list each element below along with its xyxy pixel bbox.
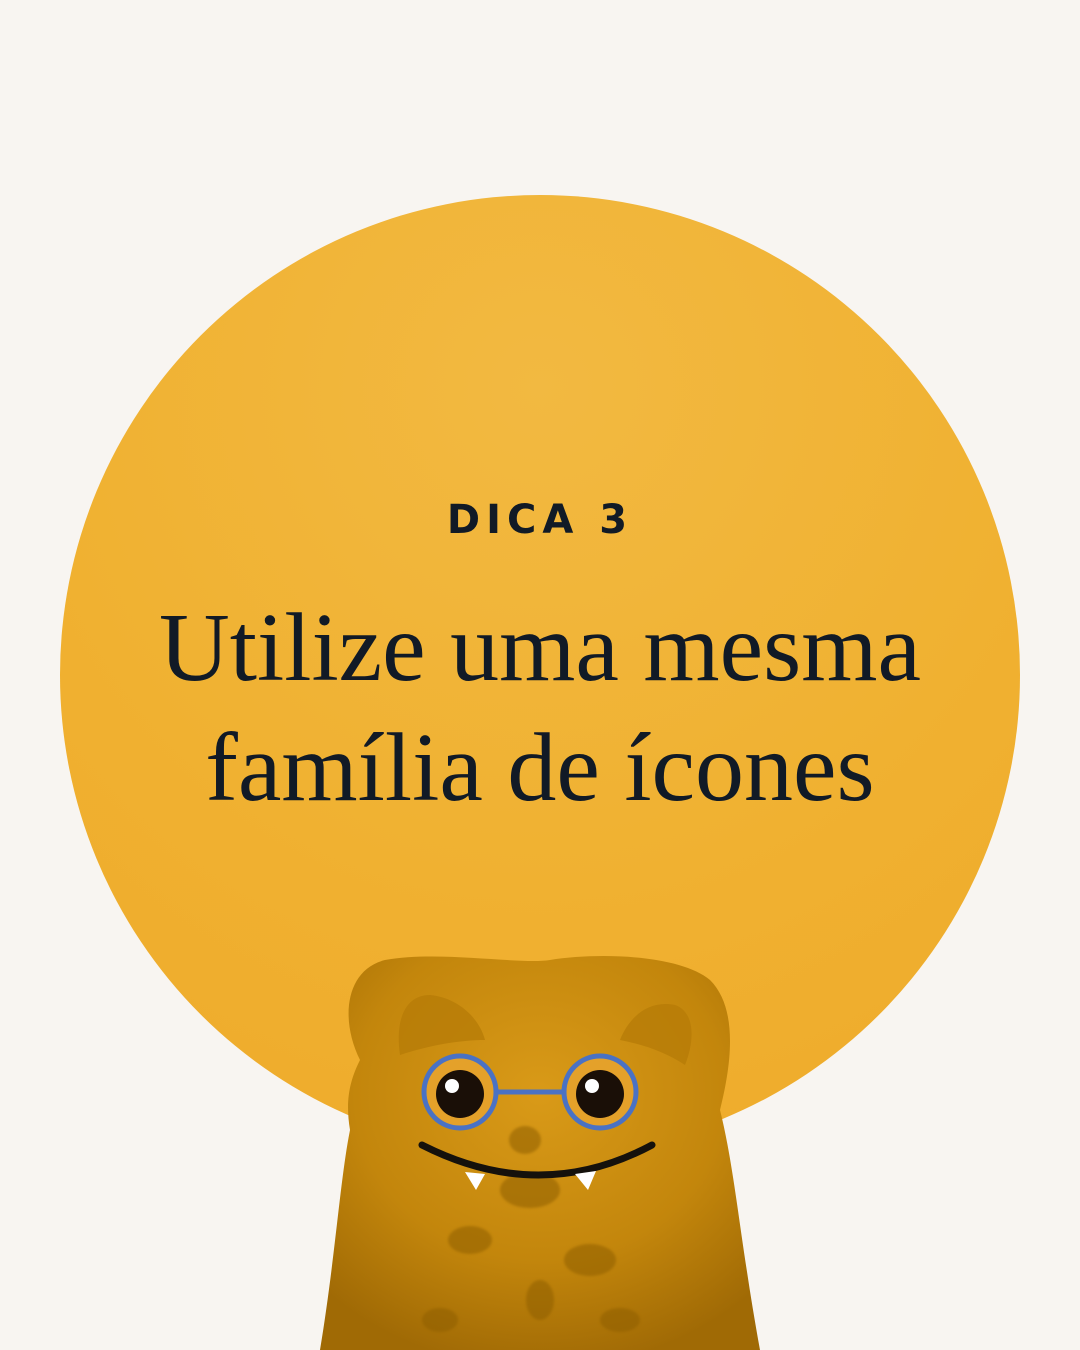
headline-line-2: família de ícones <box>205 714 875 822</box>
headline: Utilize uma mesma família de ícones <box>80 588 1000 828</box>
tip-label: DICA 3 <box>446 497 634 543</box>
slide-canvas: DICA 3 Utilize uma mesma família de ícon… <box>0 0 1080 1350</box>
gummy-bear-icon <box>320 956 760 1350</box>
headline-line-1: Utilize uma mesma <box>159 594 921 702</box>
